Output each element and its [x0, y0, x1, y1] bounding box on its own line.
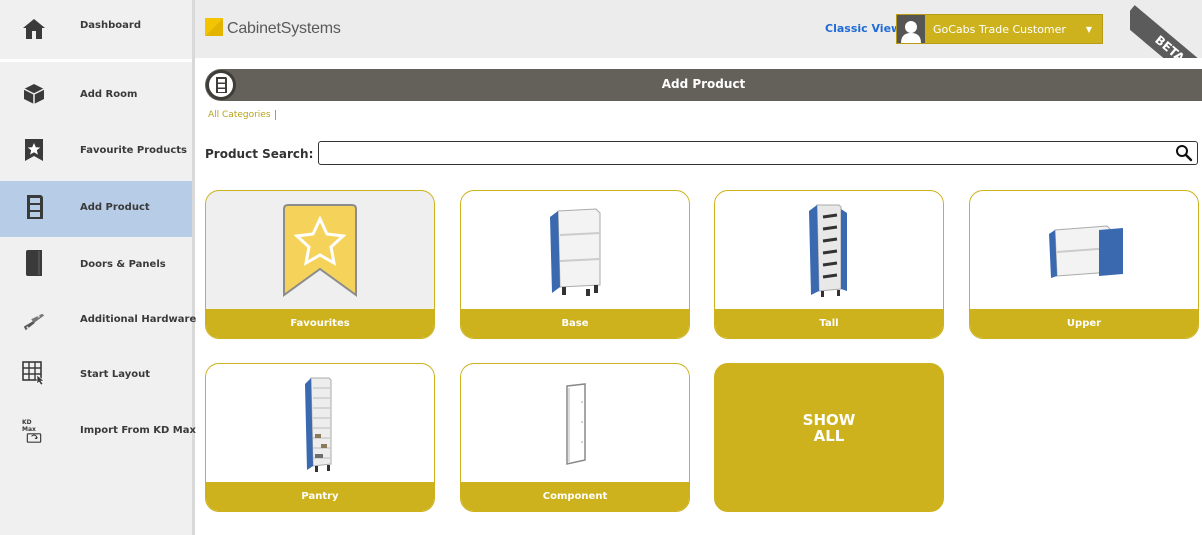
chevron-down-icon: ▼: [1085, 25, 1092, 34]
kdmax-import-icon: KD Max: [22, 419, 46, 443]
breadcrumb-all-categories[interactable]: All Categories: [208, 110, 276, 120]
sidebar-item-label: Start Layout: [80, 369, 151, 380]
page-title: Add Product: [661, 77, 746, 91]
page-title-bar: Add Product: [205, 69, 1202, 101]
sidebar-item-import-kd-max[interactable]: KD Max Import From KD Max: [0, 403, 196, 459]
grid-layout-icon: [22, 361, 46, 385]
tile-label: Tall: [715, 309, 943, 338]
sidebar-divider: [0, 59, 192, 62]
category-tile-tall[interactable]: Tall: [714, 190, 944, 339]
tile-label: Upper: [970, 309, 1198, 338]
star-bookmark-icon: [283, 204, 357, 297]
base-cabinet-image: [461, 191, 689, 311]
tile-label: Component: [461, 482, 689, 511]
sidebar-item-additional-hardware[interactable]: Additional Hardware: [0, 292, 196, 348]
sidebar-item-label: Favourite Products: [80, 145, 187, 156]
sidebar-item-label: Doors & Panels: [80, 259, 166, 270]
tall-cabinet-image: [715, 191, 943, 311]
tile-label: Pantry: [206, 482, 434, 511]
beta-label: BETA: [1130, 5, 1202, 58]
sidebar: Dashboard Add Room Favourite Products Ad…: [0, 0, 196, 535]
cabinet-icon: [22, 195, 46, 219]
user-name: GoCabs Trade Customer: [933, 22, 1066, 36]
sidebar-item-favourite-products[interactable]: Favourite Products: [0, 122, 192, 178]
sidebar-item-label: Dashboard: [80, 20, 141, 31]
hardware-icon: [22, 310, 46, 334]
category-tile-upper[interactable]: Upper: [969, 190, 1199, 339]
pantry-cabinet-image: [206, 364, 434, 484]
sidebar-item-add-room[interactable]: Add Room: [0, 66, 192, 122]
upper-cabinet-image: [970, 191, 1198, 311]
category-tile-pantry[interactable]: Pantry: [205, 363, 435, 512]
logo-mark-icon: [205, 18, 223, 40]
user-avatar-icon: [897, 15, 925, 43]
logo[interactable]: CabinetSystems: [205, 18, 341, 40]
show-all-button[interactable]: SHOW ALL: [714, 363, 944, 512]
category-tile-base[interactable]: Base: [460, 190, 690, 339]
sidebar-item-dashboard[interactable]: Dashboard: [0, 0, 192, 58]
star-bookmark-icon: [22, 138, 46, 162]
sidebar-item-label: Additional Hardware: [80, 314, 197, 325]
house-icon: [22, 17, 46, 41]
tile-label: Favourites: [206, 309, 434, 338]
favourites-image: [206, 191, 434, 311]
beta-ribbon: BETA: [1130, 0, 1202, 58]
sidebar-item-label: Add Room: [80, 89, 138, 100]
search-label: Product Search:: [205, 147, 314, 161]
classic-view-link[interactable]: Classic View: [825, 22, 901, 35]
tile-label: Base: [461, 309, 689, 338]
category-tile-favourites[interactable]: Favourites: [205, 190, 435, 339]
show-all-label: SHOW ALL: [802, 411, 856, 445]
search-input[interactable]: [319, 142, 1169, 165]
search-box: [318, 141, 1198, 165]
top-header: CabinetSystems Classic View GoCabs Trade…: [195, 0, 1202, 58]
sidebar-item-label: Add Product: [80, 202, 150, 213]
sidebar-item-label: Import From KD Max: [80, 425, 196, 436]
sidebar-item-add-product[interactable]: Add Product: [0, 181, 192, 237]
app-root: Dashboard Add Room Favourite Products Ad…: [0, 0, 1202, 535]
sidebar-item-start-layout[interactable]: Start Layout: [0, 347, 192, 403]
room-box-icon: [22, 82, 46, 106]
component-panel-image: [461, 364, 689, 484]
door-panel-icon: [22, 250, 46, 276]
category-tile-component[interactable]: Component: [460, 363, 690, 512]
sidebar-item-doors-panels[interactable]: Doors & Panels: [0, 237, 192, 293]
search-icon[interactable]: [1175, 144, 1193, 162]
user-account-dropdown[interactable]: GoCabs Trade Customer ▼: [896, 14, 1103, 44]
logo-text: CabinetSystems: [227, 20, 341, 37]
